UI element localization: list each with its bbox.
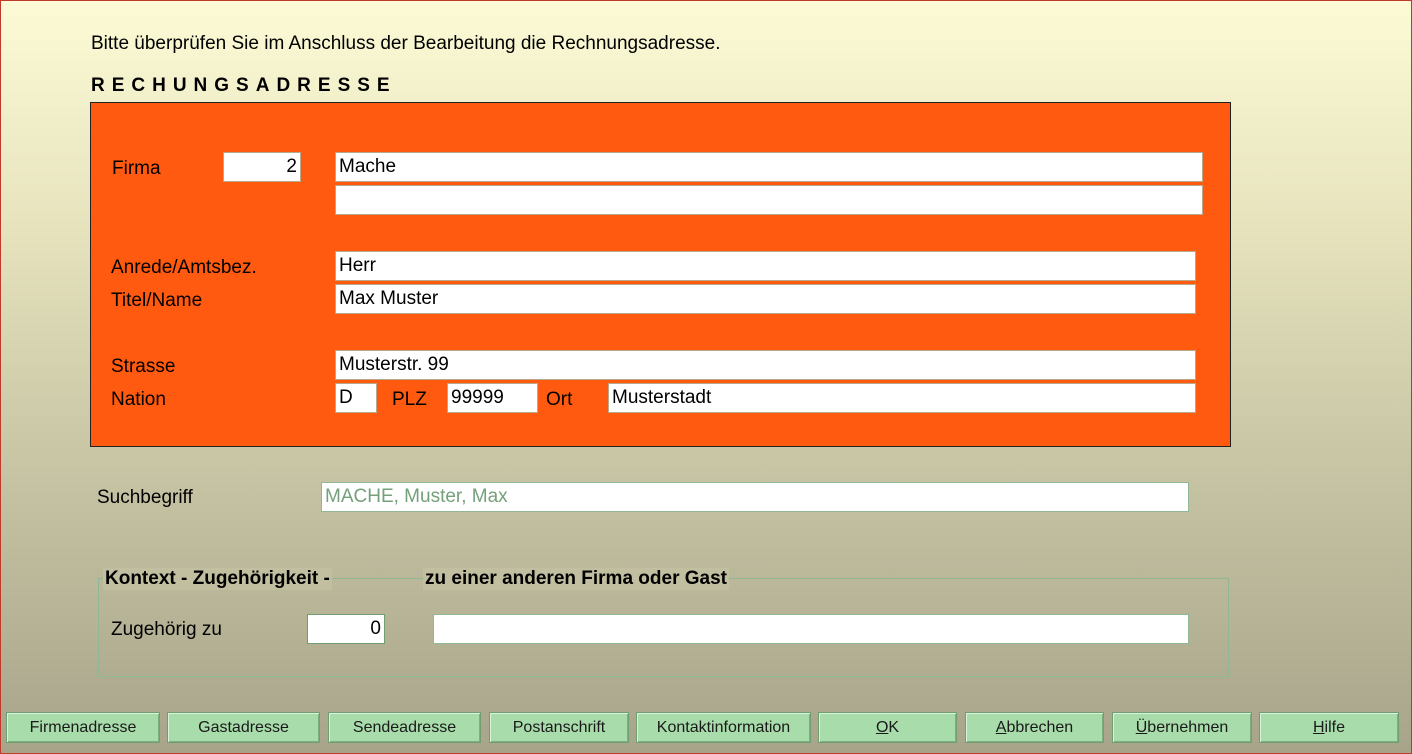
- firma-name1-field[interactable]: Mache: [335, 152, 1203, 182]
- uebernehmen-button[interactable]: Übernehmen: [1112, 712, 1252, 743]
- anrede-label: Anrede/Amtsbez.: [111, 257, 257, 278]
- ort-field[interactable]: Musterstadt: [608, 383, 1196, 413]
- titel-name-label: Titel/Name: [111, 290, 203, 311]
- ok-button[interactable]: OK: [818, 712, 957, 743]
- context-legend-right: zu einer anderen Firma oder Gast: [423, 568, 729, 590]
- zugehoerig-number-field[interactable]: 0: [307, 614, 385, 644]
- firma-number-field[interactable]: 2: [223, 152, 301, 182]
- search-label: Suchbegriff: [97, 487, 193, 508]
- nation-field[interactable]: D: [335, 383, 377, 413]
- firmenadresse-button[interactable]: Firmenadresse: [6, 712, 160, 743]
- zugehoerig-label: Zugehörig zu: [111, 619, 222, 640]
- context-legend-left: Kontext - Zugehörigkeit -: [103, 568, 332, 590]
- hilfe-button[interactable]: Hilfe: [1259, 712, 1399, 743]
- kontaktinformation-button[interactable]: Kontaktinformation: [636, 712, 811, 743]
- plz-label: PLZ: [392, 389, 427, 410]
- plz-field[interactable]: 99999: [447, 383, 538, 413]
- strasse-label: Strasse: [111, 356, 176, 377]
- zugehoerig-name-field[interactable]: [433, 614, 1189, 644]
- nation-label: Nation: [111, 389, 166, 410]
- billing-address-panel: Firma 2 Mache Anrede/Amtsbez. Herr Titel…: [90, 102, 1231, 447]
- sendeadresse-button[interactable]: Sendeadresse: [328, 712, 481, 743]
- postanschrift-button[interactable]: Postanschrift: [489, 712, 629, 743]
- strasse-field[interactable]: Musterstr. 99: [335, 350, 1196, 380]
- gastadresse-button[interactable]: Gastadresse: [167, 712, 320, 743]
- ort-label: Ort: [546, 389, 573, 410]
- section-heading: RECHUNGSADRESSE: [91, 75, 397, 96]
- search-term-field[interactable]: MACHE, Muster, Max: [321, 482, 1189, 512]
- abbrechen-button[interactable]: Abbrechen: [965, 712, 1104, 743]
- firma-name2-field[interactable]: [335, 185, 1203, 215]
- intro-text: Bitte überprüfen Sie im Anschluss der Be…: [91, 33, 721, 54]
- firma-label: Firma: [112, 158, 161, 179]
- titel-name-field[interactable]: Max Muster: [335, 284, 1196, 314]
- anrede-field[interactable]: Herr: [335, 251, 1196, 281]
